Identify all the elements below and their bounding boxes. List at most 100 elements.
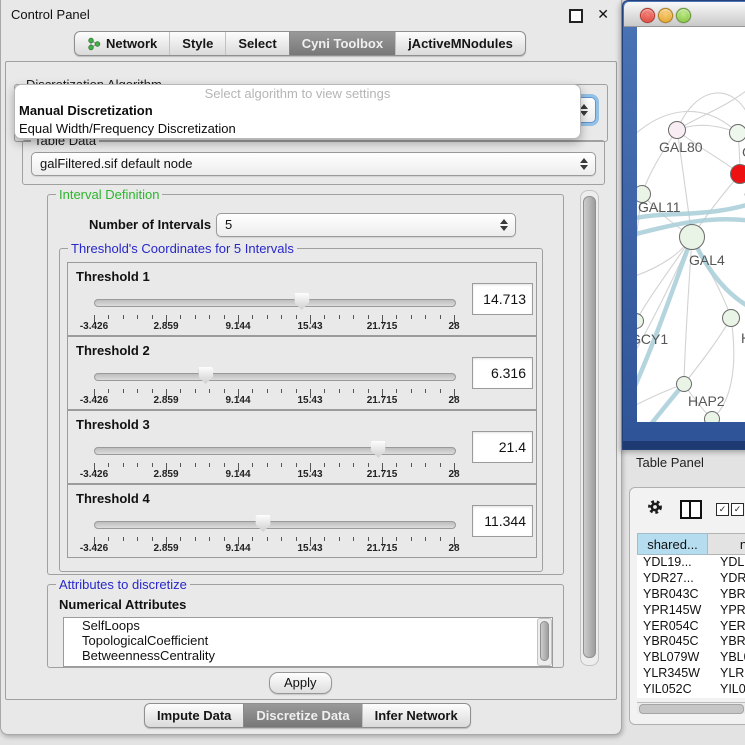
- network-node-label: GCY1: [637, 331, 668, 347]
- table-cell[interactable]: YBR043C: [637, 587, 708, 603]
- tab-impute-data[interactable]: Impute Data: [145, 704, 243, 727]
- threshold-4-value-field[interactable]: 11.344: [472, 505, 533, 537]
- tab-network[interactable]: Network: [75, 32, 169, 55]
- threshold-2-value-field[interactable]: 6.316: [472, 357, 533, 389]
- dropdown-option-manual-discretization[interactable]: Manual Discretization: [15, 102, 580, 120]
- table-row[interactable]: YER054CYER0: [637, 619, 745, 635]
- slider-tick-label: 28: [448, 395, 459, 406]
- dropdown-hint: Select algorithm to view settings: [15, 85, 580, 102]
- threshold-1-value-field[interactable]: 14.713: [472, 283, 533, 315]
- table-cell[interactable]: YBL0: [708, 650, 745, 666]
- table-data-combobox[interactable]: galFiltered.sif default node: [31, 152, 596, 176]
- checkbox-icon[interactable]: ✓: [716, 503, 729, 516]
- table-row[interactable]: YDR27...YDR2: [637, 571, 745, 587]
- slider-tick: [252, 463, 253, 467]
- network-node[interactable]: [704, 411, 720, 422]
- slider-thumb[interactable]: [294, 293, 309, 310]
- network-node-h[interactable]: [722, 309, 740, 327]
- slider-track[interactable]: [94, 373, 456, 381]
- dropdown-option-equal-width[interactable]: Equal Width/Frequency Discretization: [15, 120, 580, 138]
- threshold-3-value-field[interactable]: 21.4: [472, 431, 533, 463]
- slider-track[interactable]: [94, 299, 456, 307]
- table-row[interactable]: YBL079WYBL0: [637, 650, 745, 666]
- column-header-name[interactable]: n: [708, 533, 745, 555]
- slider-tick: [425, 389, 426, 393]
- table-row[interactable]: YIL052CYIL0: [637, 682, 745, 698]
- table-cell[interactable]: YER054C: [637, 619, 708, 635]
- checkbox-icon[interactable]: ✓: [731, 503, 744, 516]
- list-scrollbar-thumb[interactable]: [540, 621, 549, 661]
- attributes-group: Attributes to discretize Numerical Attri…: [47, 584, 564, 668]
- table-cell[interactable]: YIL052C: [637, 682, 708, 698]
- slider-thumb[interactable]: [198, 367, 213, 384]
- table-cell[interactable]: YDR27...: [637, 571, 708, 587]
- list-scrollbar[interactable]: [537, 618, 552, 666]
- list-item[interactable]: BetweennessCentrality: [64, 648, 552, 663]
- split-column-icon[interactable]: [680, 500, 702, 519]
- table-cell[interactable]: YDL19...: [637, 555, 708, 571]
- slider-tick: [440, 315, 441, 319]
- slider-thumb[interactable]: [256, 515, 271, 532]
- table-row[interactable]: YPR145WYPR1: [637, 603, 745, 619]
- slider-tick: [180, 463, 181, 467]
- network-node-gal4[interactable]: [679, 224, 705, 250]
- table-cell[interactable]: YIL0: [708, 682, 745, 698]
- tab-cyni-toolbox[interactable]: Cyni Toolbox: [289, 32, 395, 55]
- tab-select[interactable]: Select: [225, 32, 288, 55]
- main-scrollbar[interactable]: [580, 190, 599, 666]
- table-cell[interactable]: YDL1: [708, 555, 745, 571]
- list-item[interactable]: SelfLoops: [64, 618, 552, 633]
- table-horizontal-scrollbar-thumb[interactable]: [639, 704, 744, 714]
- slider-tick: [353, 463, 354, 467]
- number-of-intervals-combobox[interactable]: 5: [216, 213, 516, 237]
- numerical-attributes-list[interactable]: SelfLoops TopologicalCoefficient Between…: [63, 617, 553, 667]
- table-cell[interactable]: YBR0: [708, 634, 745, 650]
- close-icon[interactable]: ✕: [597, 6, 609, 23]
- table-cell[interactable]: YLR3: [708, 666, 745, 682]
- table-cell[interactable]: YER0: [708, 619, 745, 635]
- network-node-gcy1[interactable]: [637, 313, 644, 329]
- slider-tick: [209, 537, 210, 541]
- close-traffic-light-icon[interactable]: [640, 8, 655, 23]
- table-row[interactable]: YBR043CYBR0: [637, 587, 745, 603]
- tab-style[interactable]: Style: [169, 32, 225, 55]
- minimize-traffic-light-icon[interactable]: [658, 8, 673, 23]
- network-node-hap2[interactable]: [676, 376, 692, 392]
- table-row[interactable]: YBR045CYBR0: [637, 634, 745, 650]
- tab-style-label: Style: [182, 32, 213, 55]
- table-row[interactable]: YLR345WYLR3: [637, 666, 745, 682]
- list-item[interactable]: TopologicalCoefficient: [64, 633, 552, 648]
- main-scrollbar-thumb[interactable]: [583, 196, 596, 658]
- tab-infer-network[interactable]: Infer Network: [362, 704, 470, 727]
- table-cell[interactable]: YLR345W: [637, 666, 708, 682]
- network-node-c[interactable]: [730, 164, 745, 184]
- table-cell[interactable]: YPR145W: [637, 603, 708, 619]
- table-cell[interactable]: YDR2: [708, 571, 745, 587]
- table-horizontal-scrollbar[interactable]: [637, 702, 745, 714]
- slider-tick: [411, 537, 412, 541]
- table-cell[interactable]: YBR0: [708, 587, 745, 603]
- gear-icon[interactable]: [646, 498, 664, 516]
- apply-button[interactable]: Apply: [269, 672, 332, 694]
- column-header-shared-name[interactable]: shared...: [637, 533, 708, 555]
- slider-tick: [281, 463, 282, 467]
- network-node-gal80[interactable]: [668, 121, 686, 139]
- slider-tick: [252, 389, 253, 393]
- slider-tick: [339, 315, 340, 319]
- float-window-icon[interactable]: [569, 9, 583, 23]
- slider-thumb[interactable]: [371, 441, 386, 458]
- network-node-ga[interactable]: [729, 124, 745, 142]
- table-cell[interactable]: YBL079W: [637, 650, 708, 666]
- table-cell[interactable]: YBR045C: [637, 634, 708, 650]
- network-canvas[interactable]: GAL80GACGAL11GAL4GCY1HHAP2: [637, 27, 745, 422]
- tab-discretize-data[interactable]: Discretize Data: [243, 704, 361, 727]
- table-cell[interactable]: YPR1: [708, 603, 745, 619]
- slider-tick-label: -3.426: [80, 395, 108, 406]
- zoom-traffic-light-icon[interactable]: [676, 8, 691, 23]
- slider-track[interactable]: [94, 447, 456, 455]
- slider-track[interactable]: [94, 521, 456, 529]
- table-row[interactable]: YDL19...YDL1: [637, 555, 745, 571]
- tab-jactivemnodules[interactable]: jActiveMNodules: [395, 32, 525, 55]
- combo-stepper-icon: [580, 158, 588, 170]
- tab-network-label: Network: [106, 32, 157, 55]
